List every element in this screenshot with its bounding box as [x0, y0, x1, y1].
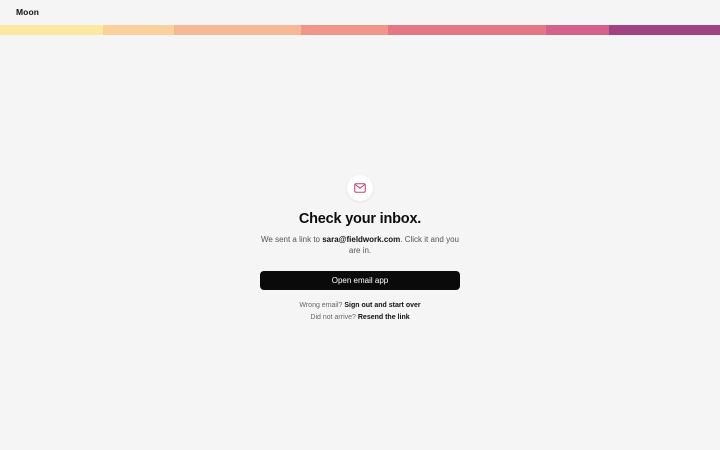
sign-out-link[interactable]: Sign out and start over — [344, 302, 420, 309]
open-email-app-button[interactable]: Open email app — [260, 271, 460, 290]
check-inbox-page: Moon Check your inbox. We sent a link to… — [0, 0, 720, 450]
mail-icon — [354, 183, 366, 193]
stripe-segment — [103, 25, 174, 35]
stripe-segment — [388, 25, 546, 35]
not-arrived-line: Did not arrive? Resend the link — [310, 313, 409, 323]
page-title: Check your inbox. — [298, 211, 422, 227]
stripe-segment — [0, 25, 103, 35]
wrong-email-text: Wrong email? — [299, 302, 343, 309]
resend-link[interactable]: Resend the link — [358, 314, 410, 321]
mail-icon-badge — [347, 175, 373, 201]
instructions-text: We sent a link to sara@fieldwork.com. Cl… — [260, 234, 460, 256]
color-stripe — [0, 25, 720, 35]
brand-logo[interactable]: Moon — [16, 7, 39, 17]
stripe-segment — [546, 25, 609, 35]
email-address: sara@fieldwork.com — [322, 235, 401, 244]
inbox-card: Check your inbox. We sent a link to sara… — [0, 175, 720, 323]
stripe-segment — [609, 25, 720, 35]
stripe-segment — [301, 25, 388, 35]
wrong-email-line: Wrong email? Sign out and start over — [299, 301, 420, 311]
not-arrived-text: Did not arrive? — [310, 314, 356, 321]
subtitle-prefix: We sent a link to — [261, 235, 323, 244]
stripe-segment — [174, 25, 301, 35]
